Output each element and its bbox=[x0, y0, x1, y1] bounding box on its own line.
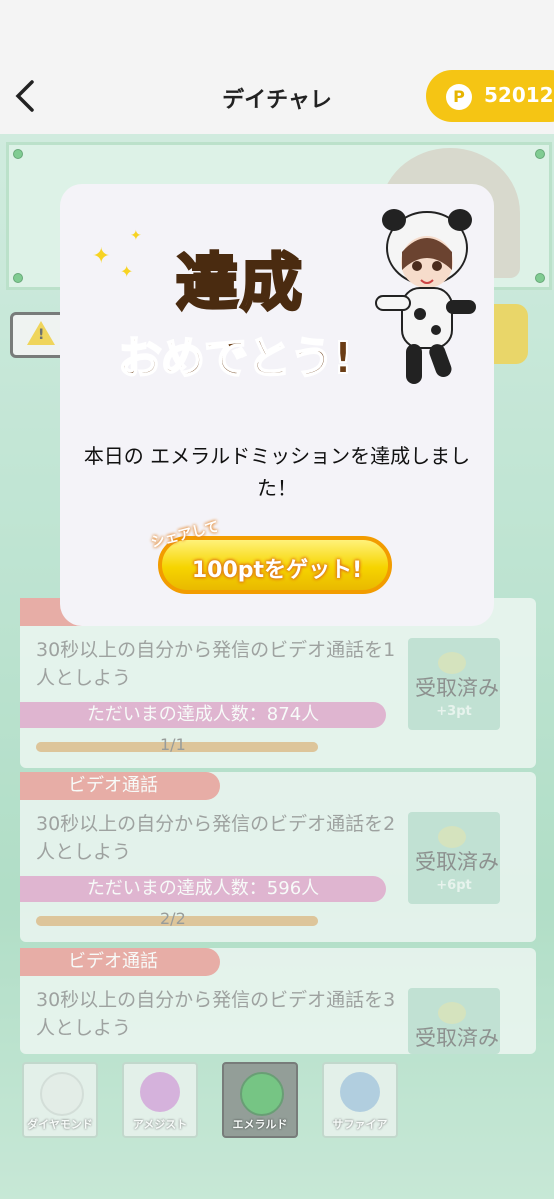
share-button-label: 100ptをゲット! bbox=[191, 558, 363, 583]
sparkle-icon: ✦ bbox=[92, 244, 111, 269]
sparkle-icon: ✦ bbox=[130, 228, 142, 244]
achievement-headline: 達成 bbox=[174, 245, 305, 321]
points-badge[interactable]: P 52012 bbox=[426, 70, 554, 122]
congrats-illustration: ✦ ✦ ✦ 達成 おめでとう! bbox=[90, 204, 476, 404]
share-button-pill: 100ptをゲット! bbox=[158, 536, 392, 594]
share-button[interactable]: 100ptをゲット! シェアして bbox=[149, 519, 392, 596]
panda-girl-icon bbox=[375, 209, 476, 384]
points-coin-icon: P bbox=[446, 84, 472, 110]
sparkle-icon: ✦ bbox=[120, 262, 134, 281]
points-value: 52012 bbox=[484, 83, 554, 107]
header: デイチャレ P 52012 bbox=[0, 60, 554, 134]
achievement-modal: ✦ ✦ ✦ 達成 おめでとう! 本日の エメラルドミッションを達成しました！ 1… bbox=[60, 184, 494, 626]
achievement-message: 本日の エメラルドミッションを達成しました！ bbox=[83, 444, 471, 500]
congratulations-text: おめでとう! bbox=[117, 332, 354, 385]
status-bar bbox=[0, 0, 554, 60]
